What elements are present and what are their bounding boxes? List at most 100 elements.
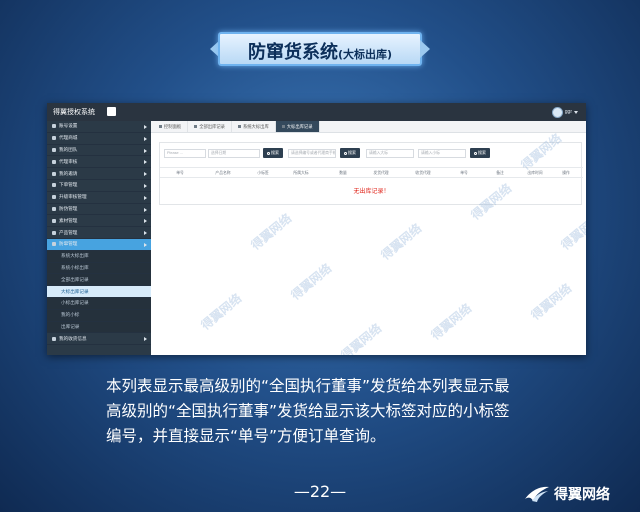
tab-label: 系统大标出库 [242,123,269,129]
filter-select[interactable]: Please ... [164,149,206,158]
sidebar-item[interactable]: 升级审核管理 [47,192,151,204]
chevron-right-icon [144,183,147,188]
caption-line: 编号，并直接显示“单号”方便订单查询。 [106,427,386,445]
chevron-right-icon [144,148,147,153]
chevron-right-icon [144,231,147,236]
sidebar-item[interactable]: 防窜管理 [47,238,151,251]
menu-icon [52,159,56,164]
column-header: 收货代理 [415,171,431,175]
sidebar-item[interactable]: 防伪管理 [47,204,151,216]
search-icon [474,151,477,155]
chevron-right-icon [144,242,147,247]
menu-icon [52,218,56,223]
menu-icon [52,336,56,341]
sidebar-item-label: 代理审核 [59,158,78,164]
menu-icon [52,171,56,176]
sidebar-item-label: 代理商城 [59,135,78,141]
sidebar-item-label: 我的团队 [59,146,78,152]
small-tag-input[interactable]: 请输入小标 [418,149,466,158]
app-brand: 得翼授权系统 [53,109,95,116]
search-button-1-label: 搜索 [271,150,279,155]
sidebar-item[interactable]: 产品管理 [47,227,151,239]
sidebar-item-label: 账号设置 [59,123,78,129]
column-header: 单号 [460,171,468,175]
sidebar-item[interactable]: 系统小标出库 [47,262,151,275]
column-header: 所属大标 [293,171,309,175]
search-button-1[interactable]: 搜索 [263,148,283,158]
column-header: 操作 [562,171,570,175]
app-screenshot: 得翼授权系统 ggr 账号设置代理商城我的团队代理审核我的邀请下单管理升级审核管… [47,103,586,355]
date-field[interactable]: 选择日期 [208,149,260,158]
menu-icon [52,136,56,141]
wing-logo-icon [525,486,549,502]
caption-line: 高级别的“全国执行董事”发货给显示该大标签对应的小标签 [106,402,510,420]
menu-toggle-icon[interactable] [107,107,116,116]
sidebar-item-label: 防窜管理 [59,241,78,247]
column-header: 备注 [496,171,504,175]
menu-icon [52,206,56,211]
sidebar-item-label: 小标出库记录 [61,300,89,306]
sidebar-item[interactable]: 大标出库记录 [47,286,151,298]
sidebar-item-label: 升级审核管理 [59,194,87,200]
sidebar-item[interactable]: 代理审核 [47,156,151,169]
user-menu[interactable]: ggr [551,106,578,118]
tab-icon [281,125,285,128]
tab-label: 大标出库记录 [286,123,313,129]
empty-message: 无出库记录！ [353,189,390,195]
sidebar-item-label: 我的小标 [61,312,80,318]
column-header: 数量 [339,171,347,175]
menu-icon [52,183,56,188]
search-button-3-label: 搜索 [478,150,486,155]
chevron-right-icon [144,136,147,141]
tab[interactable]: 全部出库记录 [188,121,232,132]
column-header: 发货代理 [373,171,389,175]
menu-icon [52,147,56,152]
sidebar-item-label: 防伪管理 [59,205,78,211]
sidebar-item[interactable]: 素材管理 [47,215,151,228]
sidebar-item-label: 全部出库记录 [61,276,89,282]
sidebar-item[interactable]: 小标出库记录 [47,297,151,310]
chevron-right-icon [144,219,147,224]
chevron-right-icon [144,207,147,212]
sidebar-item[interactable]: 代理商城 [47,133,151,145]
chevron-right-icon [144,172,147,177]
sidebar-item-label: 我的邀请 [59,170,78,176]
caption-line: 本列表显示最高级别的“全国执行董事”发货给本列表显示最 [106,377,510,395]
menu-icon [52,242,56,247]
chevron-right-icon [144,337,147,342]
search-button-2[interactable]: 搜索 [340,148,360,158]
tab[interactable]: 系统大标出库 [232,121,276,132]
user-name: ggr [564,109,572,115]
tab[interactable]: 大标出库记录 [275,121,320,132]
chevron-right-icon [144,195,147,200]
big-tag-input[interactable]: 请输入大标 [366,149,414,158]
sidebar-item[interactable]: 我的收货信息 [47,333,151,346]
sidebar-item[interactable]: 我的邀请 [47,168,151,180]
sidebar-item[interactable]: 下单管理 [47,180,151,192]
menu-icon [52,124,56,129]
filter-bar: Please ... 选择日期 搜索 请选择编号或者代理商手机 搜索 请输入大标… [160,143,583,165]
tab-icon [237,125,241,128]
sidebar-item[interactable]: 全部出库记录 [47,274,151,287]
tab[interactable]: 控制面板 [153,121,189,132]
sidebar-item-label: 我的收货信息 [59,335,87,341]
banner-title: 防窜货系统(大标出库) [212,38,428,64]
avatar [551,106,563,118]
column-header: 小标签 [257,171,269,175]
search-icon [344,151,347,155]
sidebar-item-label: 出库记录 [61,323,80,329]
sidebar: 账号设置代理商城我的团队代理审核我的邀请下单管理升级审核管理 防伪管理素材管理 产品… [47,121,151,355]
banner-title-main: 防窜货系统 [247,42,338,63]
sidebar-item[interactable]: 系统大标出库 [47,250,151,263]
chevron-right-icon [144,160,147,165]
company-logo: 得翼网络 [524,484,610,504]
agent-field[interactable]: 请选择编号或者代理商手机 [288,149,336,158]
search-button-3[interactable]: 搜索 [470,148,490,158]
sidebar-item[interactable]: 出库记录 [47,321,151,334]
logo-text: 得翼网络 [554,487,610,503]
sidebar-item[interactable]: 账号设置 [47,121,151,133]
sidebar-item-label: 产品管理 [59,229,78,235]
sidebar-item-label: 下单管理 [59,182,78,188]
sidebar-item[interactable]: 我的小标 [47,309,151,322]
sidebar-item[interactable]: 我的团队 [47,145,151,157]
